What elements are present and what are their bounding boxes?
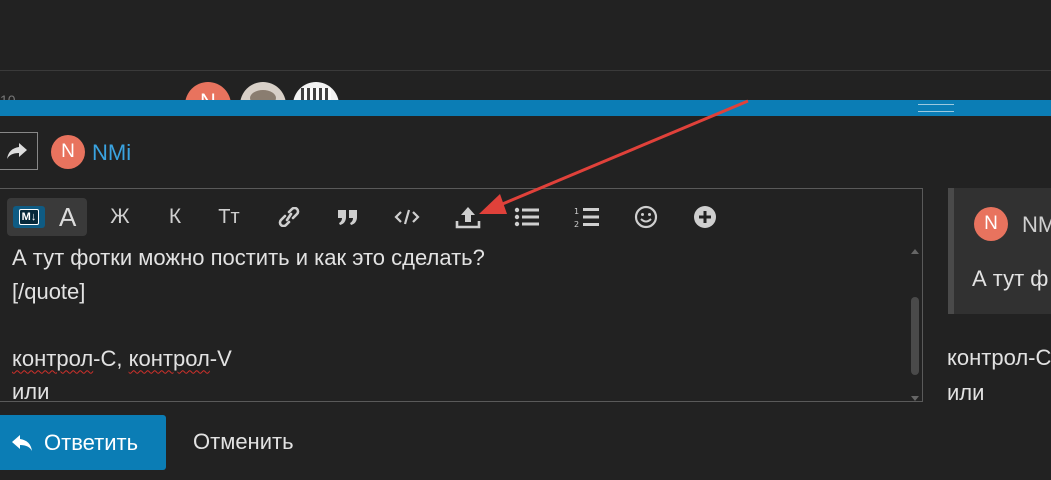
grip-handle-icon[interactable] bbox=[918, 104, 954, 112]
editor-line: контрол-С, контрол-V bbox=[12, 345, 232, 371]
user-avatar[interactable]: N bbox=[51, 135, 85, 169]
top-divider bbox=[0, 70, 1051, 71]
share-arrow-icon bbox=[7, 143, 27, 159]
editor-toolbar: M↓ A Ж К Тт 1 2 bbox=[0, 189, 922, 245]
bold-label: Ж bbox=[110, 205, 130, 228]
quote-text: А тут ф bbox=[972, 266, 1049, 291]
reply-icon bbox=[12, 434, 32, 451]
quote-author: NM bbox=[1022, 212, 1051, 237]
bold-button[interactable]: Ж bbox=[107, 198, 133, 236]
preview-text-line: или bbox=[947, 380, 985, 405]
quote-avatar: N bbox=[974, 207, 1008, 241]
user-name[interactable]: NMi bbox=[92, 140, 131, 166]
quote-button[interactable] bbox=[335, 198, 361, 236]
editor-scrollbar[interactable] bbox=[910, 247, 920, 401]
editor-line: [/quote] bbox=[12, 278, 86, 304]
reply-button-label: Ответить bbox=[44, 429, 139, 455]
scroll-thumb[interactable] bbox=[911, 297, 919, 375]
composer-resize-bar[interactable] bbox=[0, 100, 1051, 116]
italic-label: К bbox=[168, 205, 182, 228]
misspelled-word: контрол bbox=[12, 345, 94, 371]
preview-quote: N NM А тут ф bbox=[948, 188, 1051, 314]
cancel-link[interactable]: Отменить bbox=[193, 429, 294, 455]
bullet-list-icon bbox=[514, 207, 539, 227]
upload-button[interactable] bbox=[454, 198, 482, 236]
quote-icon bbox=[338, 210, 357, 225]
reply-button[interactable]: Ответить bbox=[0, 415, 166, 470]
markdown-toggle[interactable]: M↓ A bbox=[7, 198, 87, 236]
misspelled-word: контрол bbox=[128, 345, 210, 371]
heading-button[interactable]: Тт bbox=[214, 198, 244, 236]
upload-icon bbox=[455, 207, 481, 229]
editor-box: M↓ A Ж К Тт 1 2 А тут фотки можно постит… bbox=[0, 188, 923, 402]
editor-line: или bbox=[12, 379, 50, 401]
scroll-down-icon[interactable] bbox=[911, 396, 919, 401]
plus-icon bbox=[694, 206, 716, 228]
reply-type-button[interactable] bbox=[0, 132, 38, 170]
svg-text:2: 2 bbox=[574, 220, 579, 228]
markdown-icon: M↓ bbox=[13, 206, 45, 228]
editor-textarea[interactable]: А тут фотки можно постить и как это сдел… bbox=[12, 241, 902, 401]
rich-text-label: A bbox=[59, 202, 77, 232]
svg-text:1: 1 bbox=[574, 207, 579, 216]
code-icon bbox=[394, 209, 420, 225]
preview-text-line: контрол-С bbox=[947, 345, 1051, 370]
more-options-button[interactable] bbox=[692, 198, 718, 236]
italic-button[interactable]: К bbox=[164, 198, 186, 236]
link-icon bbox=[278, 207, 300, 227]
link-button[interactable] bbox=[275, 198, 303, 236]
emoji-icon bbox=[634, 205, 658, 229]
emoji-button[interactable] bbox=[633, 198, 659, 236]
numbered-list-button[interactable]: 1 2 bbox=[574, 198, 600, 236]
heading-label: Тт bbox=[218, 205, 240, 228]
editor-line: А тут фотки можно постить и как это сдел… bbox=[12, 245, 485, 270]
scroll-up-icon[interactable] bbox=[911, 249, 919, 254]
bullet-list-button[interactable] bbox=[514, 198, 540, 236]
code-button[interactable] bbox=[393, 198, 421, 236]
numbered-list-icon: 1 2 bbox=[574, 207, 599, 228]
